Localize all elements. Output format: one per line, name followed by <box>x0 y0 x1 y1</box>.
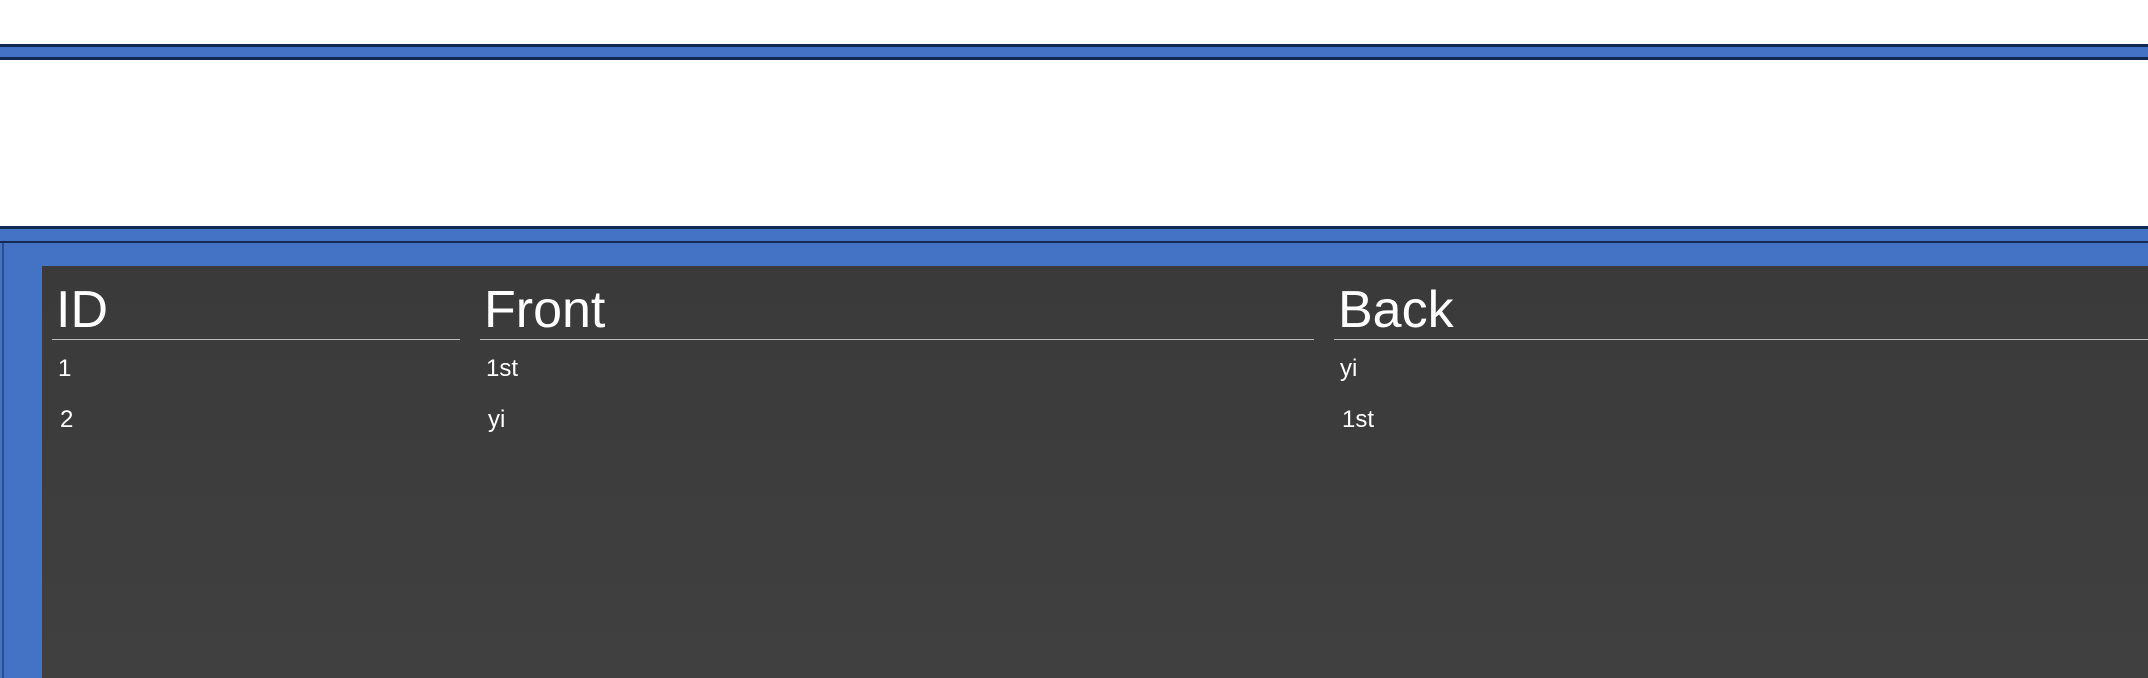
frame-inner-border <box>0 241 2148 243</box>
table-row-1-front[interactable]: 1st <box>480 354 1320 384</box>
column-header-id[interactable]: ID <box>52 280 460 340</box>
blank-white-band <box>0 60 2148 226</box>
table-row-2-front[interactable]: yi <box>482 405 1320 435</box>
frame-left-border <box>2 243 4 678</box>
table-row-1-id[interactable]: 1 <box>52 354 466 384</box>
table-row-1-back[interactable]: yi <box>1334 354 2148 384</box>
column-header-back[interactable]: Back <box>1334 280 2148 340</box>
table-row-2-back[interactable]: 1st <box>1336 405 2148 435</box>
table-row-2-id[interactable]: 2 <box>54 405 466 435</box>
top-blank-area <box>0 0 2148 44</box>
column-header-front[interactable]: Front <box>480 280 1314 340</box>
top-blue-separator <box>0 44 2148 60</box>
data-table: ID Front Back 1 1st yi 2 yi 1st <box>42 266 2148 678</box>
